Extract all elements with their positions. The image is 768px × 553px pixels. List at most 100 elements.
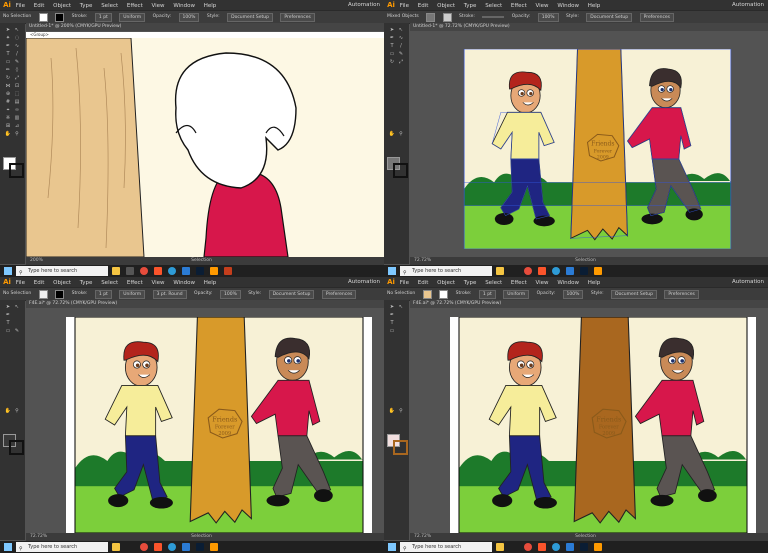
illustrator-icon[interactable] [210,267,218,275]
brave-icon[interactable] [154,543,162,551]
illustrator-icon[interactable] [594,267,602,275]
weather-icon[interactable] [112,543,120,551]
stroke-color-box[interactable] [393,163,408,178]
rotate-icon[interactable]: ↻ [4,75,12,81]
stroke-weight-field[interactable] [482,16,505,18]
fill-swatch[interactable] [422,289,432,299]
graph-tool-icon[interactable]: ▥ [13,115,21,121]
edge-icon[interactable] [168,543,176,551]
type-tool-icon[interactable]: T [4,320,12,326]
stroke-swatch[interactable] [55,12,65,22]
taskbar-search-input[interactable]: ⚲ Type here to search [16,266,108,276]
selection-tool-icon[interactable]: ➤ [4,304,12,310]
stroke-color-box[interactable] [9,163,24,178]
stroke-color-box[interactable] [9,440,24,455]
magic-wand-icon[interactable]: ✦ [4,35,12,41]
windows-start-icon[interactable] [388,543,396,551]
illustrator-icon[interactable] [210,543,218,551]
artboard-icon[interactable]: ⊞ [4,123,12,129]
document-setup-button[interactable]: Document Setup [586,12,633,22]
stroke-weight-field[interactable]: 1 pt [94,12,112,22]
rectangle-tool-icon[interactable]: ▭ [4,59,12,65]
pen-tool-icon[interactable]: ✒ [4,43,12,49]
scale-icon[interactable]: ⤢ [13,75,21,81]
fill-swatch[interactable] [38,12,48,22]
edge-icon[interactable] [552,267,560,275]
fill-swatch[interactable] [426,12,436,22]
document-setup-button[interactable]: Document Setup [611,289,657,299]
rectangle-tool-icon[interactable]: ▭ [388,328,396,334]
windows-start-icon[interactable] [4,543,12,551]
type-tool-icon[interactable]: T [388,43,396,49]
photoshop-icon[interactable] [196,267,204,275]
stroke-weight-field[interactable]: 1 pt [478,289,496,299]
preferences-button[interactable]: Preferences [664,289,699,299]
zoom-level[interactable]: 72.72% [414,258,431,263]
perspective-icon[interactable]: ⬚ [13,91,21,97]
brush-definition-select[interactable]: 3 pt. Round [152,289,187,299]
document-tab[interactable]: Untitled-1* @ 200% (CMYK/GPU Preview) [26,23,384,31]
scale-icon[interactable]: ⤢ [397,59,405,65]
zoom-tool-icon[interactable]: ⚲ [397,131,405,137]
workspace-switcher[interactable]: Automation [348,277,380,287]
brave-icon[interactable] [154,267,162,275]
rectangle-tool-icon[interactable]: ▭ [4,328,12,334]
zoom-level[interactable]: 72.72% [30,534,47,539]
photoshop-icon[interactable] [196,543,204,551]
store-icon[interactable] [566,543,574,551]
brave-icon[interactable] [538,543,546,551]
curvature-icon[interactable]: ∿ [13,43,21,49]
opacity-field[interactable]: 100% [219,289,241,299]
direct-selection-tool-icon[interactable]: ↖ [13,27,21,33]
brave-icon[interactable] [538,267,546,275]
slice-icon[interactable]: ⊿ [13,123,21,129]
gradient-icon[interactable]: ▤ [13,99,21,105]
direct-selection-tool-icon[interactable]: ↖ [397,304,405,310]
mesh-icon[interactable]: # [4,99,12,105]
eraser-icon[interactable]: ◊ [13,67,21,73]
opacity-field[interactable]: 100% [562,289,584,299]
canvas-area[interactable] [410,32,768,264]
photoshop-icon[interactable] [580,543,588,551]
document-setup-button[interactable]: Document Setup [227,12,273,22]
opacity-field[interactable]: 100% [537,12,559,22]
free-transform-icon[interactable]: ⊡ [13,83,21,89]
stroke-weight-field[interactable]: 1 pt [94,289,112,299]
weather-icon[interactable] [496,543,504,551]
task-view-icon[interactable] [126,267,134,275]
stroke-profile-select[interactable]: Uniform [503,289,530,299]
paintbrush-icon[interactable]: ✎ [13,59,21,65]
document-setup-button[interactable]: Document Setup [268,289,315,299]
hand-tool-icon[interactable]: ✋ [388,408,396,414]
opacity-field[interactable]: 100% [178,12,200,22]
artwork-zoomed[interactable] [26,38,384,257]
chrome-icon[interactable] [140,267,148,275]
windows-start-icon[interactable] [388,267,396,275]
canvas-area[interactable]: <Group> [26,32,384,264]
zoom-tool-icon[interactable]: ⚲ [13,131,21,137]
artboard[interactable] [450,317,756,533]
hand-tool-icon[interactable]: ✋ [4,131,12,137]
hand-tool-icon[interactable]: ✋ [4,408,12,414]
document-tab[interactable]: F4E.ai* @ 72.72% (CMYK/GPU Preview) [26,300,384,308]
stroke-profile-select[interactable]: Uniform [119,289,146,299]
photoshop-icon[interactable] [580,267,588,275]
selection-tool-icon[interactable]: ➤ [388,304,396,310]
eyedropper-icon[interactable]: ⌖ [4,107,12,113]
stroke-profile-select[interactable]: Uniform [119,12,146,22]
selection-tool-icon[interactable]: ➤ [388,27,396,33]
zoom-tool-icon[interactable]: ⚲ [13,408,21,414]
type-tool-icon[interactable]: T [4,51,12,57]
taskbar-search-input[interactable]: ⚲ Type here to search [16,542,108,552]
pen-tool-icon[interactable]: ✒ [388,35,396,41]
artboard[interactable] [66,317,372,533]
workspace-switcher[interactable]: Automation [732,277,764,287]
artboard[interactable] [455,49,740,249]
workspace-switcher[interactable]: Automation [732,0,764,10]
line-tool-icon[interactable]: / [397,43,405,49]
direct-selection-tool-icon[interactable]: ↖ [13,304,21,310]
workspace-switcher[interactable]: Automation [348,0,380,10]
symbol-sprayer-icon[interactable]: ※ [4,115,12,121]
shape-builder-icon[interactable]: ⊕ [4,91,12,97]
stroke-swatch[interactable] [55,289,65,299]
